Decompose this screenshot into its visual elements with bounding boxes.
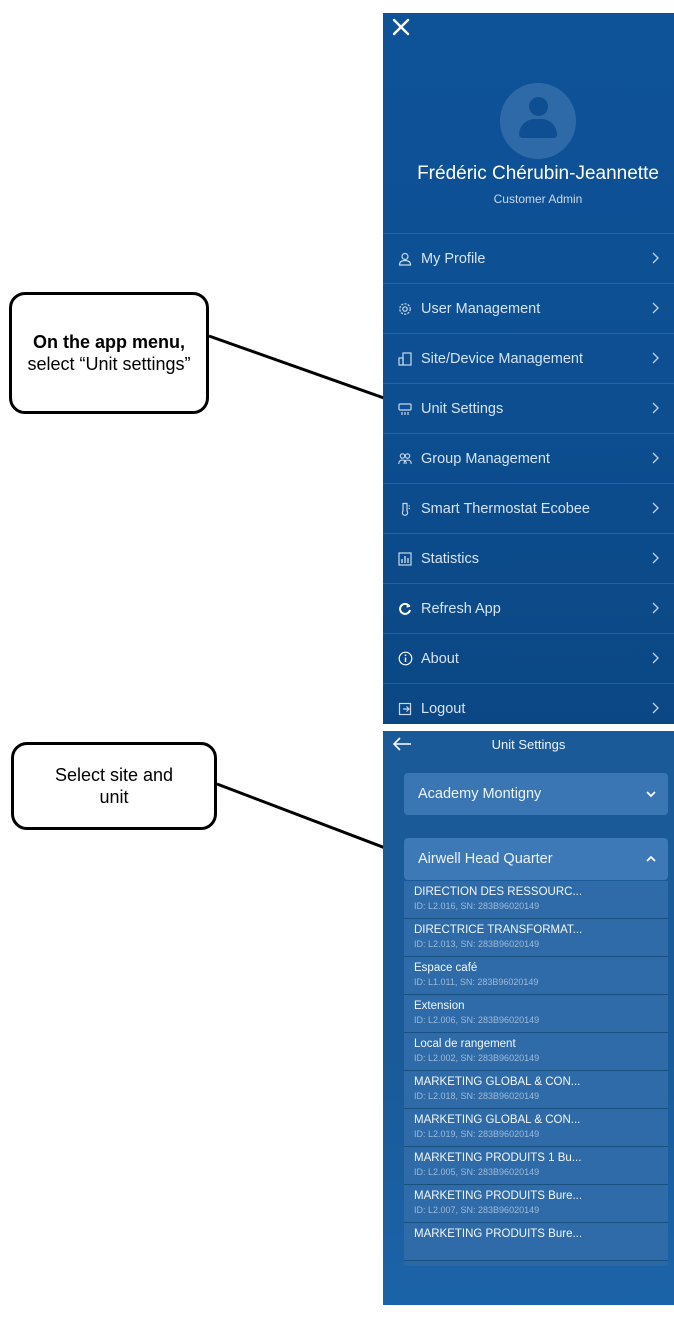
user-name: Frédéric Chérubin-Jeannette — [417, 163, 659, 184]
chart-icon — [397, 551, 413, 567]
unit-list-item[interactable]: MARKETING PRODUITS Bure... — [404, 1223, 668, 1261]
site-label: Academy Montigny — [418, 786, 542, 802]
building-icon — [397, 351, 413, 367]
chevron-right-icon — [652, 452, 659, 464]
menu-item-label: Refresh App — [421, 600, 501, 617]
chevron-down-icon — [646, 791, 656, 798]
page-title: Unit Settings — [491, 737, 566, 752]
unit-name: DIRECTRICE TRANSFORMAT... — [414, 924, 583, 936]
menu-item-label: My Profile — [421, 250, 486, 267]
close-icon[interactable] — [391, 17, 411, 37]
avatar — [500, 83, 576, 159]
callout-menu-bold: On the app menu, — [32, 332, 185, 352]
chevron-right-icon — [652, 302, 659, 314]
logout-icon — [397, 701, 413, 717]
unit-list: DIRECTION DES RESSOURC... ID: L2.016, SN… — [404, 881, 668, 1266]
menu-item-refresh-app[interactable]: Refresh App — [383, 583, 674, 633]
unit-list-item[interactable]: Extension ID: L2.006, SN: 283B96020149 — [404, 995, 668, 1033]
chevron-right-icon — [652, 702, 659, 714]
unit-name: MARKETING PRODUITS Bure... — [414, 1190, 583, 1202]
menu-item-label: Logout — [421, 700, 466, 717]
site-dropdown-academy-montigny[interactable]: Academy Montigny — [404, 773, 668, 815]
menu-item-label: Group Management — [421, 450, 550, 467]
callout-menu-text: select “Unit settings” — [27, 354, 191, 374]
unit-list-item[interactable]: DIRECTION DES RESSOURC... ID: L2.016, SN… — [404, 881, 668, 919]
user-role: Customer Admin — [493, 192, 583, 206]
menu-item-site-device-management[interactable]: Site/Device Management — [383, 333, 674, 383]
menu-item-statistics[interactable]: Statistics — [383, 533, 674, 583]
thermometer-icon — [397, 501, 413, 517]
menu-item-label: Site/Device Management — [421, 350, 583, 367]
unit-name: Espace café — [414, 962, 478, 974]
menu-item-unit-settings[interactable]: Unit Settings — [383, 383, 674, 433]
group-icon — [397, 451, 413, 467]
unit-meta: ID: L2.016, SN: 283B96020149 — [414, 901, 540, 911]
site-dropdown-airwell-head-quarter[interactable]: Airwell Head Quarter — [404, 838, 668, 880]
unit-meta: ID: L2.018, SN: 283B96020149 — [414, 1091, 540, 1101]
chevron-right-icon — [652, 352, 659, 364]
unit-name: MARKETING PRODUITS Bure... — [414, 1228, 583, 1240]
menu-item-label: Unit Settings — [421, 400, 504, 417]
unit-list-item[interactable]: Espace café ID: L1.011, SN: 283B96020149 — [404, 957, 668, 995]
unit-list-item[interactable]: MARKETING PRODUITS Bure... ID: L2.007, S… — [404, 1185, 668, 1223]
unit-meta: ID: L2.006, SN: 283B96020149 — [414, 1015, 540, 1025]
chevron-right-icon — [652, 552, 659, 564]
unit-meta: ID: L2.005, SN: 283B96020149 — [414, 1167, 540, 1177]
chevron-right-icon — [652, 602, 659, 614]
info-icon — [397, 651, 413, 667]
unit-list-item[interactable]: Local de rangement ID: L2.002, SN: 283B9… — [404, 1033, 668, 1071]
menu-item-label: About — [421, 650, 459, 667]
unit-name: MARKETING PRODUITS 1 Bu... — [414, 1152, 582, 1164]
unit-list-item[interactable]: MARKETING PRODUITS 1 Bu... ID: L2.005, S… — [404, 1147, 668, 1185]
unit-list-item[interactable]: MARKETING GLOBAL & CON... ID: L2.019, SN… — [404, 1109, 668, 1147]
chevron-right-icon — [652, 502, 659, 514]
refresh-icon — [397, 601, 413, 617]
callout-site-text: Select site and unit — [54, 765, 174, 807]
chevron-right-icon — [652, 402, 659, 414]
unit-name: MARKETING GLOBAL & CON... — [414, 1114, 581, 1126]
unit-meta: ID: L2.019, SN: 283B96020149 — [414, 1129, 540, 1139]
unit-meta: ID: L2.002, SN: 283B96020149 — [414, 1053, 540, 1063]
callout-site-instruction: Select site and unit — [11, 742, 217, 830]
unit-name: DIRECTION DES RESSOURC... — [414, 886, 583, 898]
chevron-up-icon — [646, 855, 656, 862]
unit-settings-screen: Unit Settings Academy Montigny Airwell H… — [383, 731, 674, 1305]
menu-item-about[interactable]: About — [383, 633, 674, 683]
unit-list-item[interactable]: MARKETING GLOBAL & CON... ID: L2.018, SN… — [404, 1071, 668, 1109]
menu-item-logout[interactable]: Logout — [383, 683, 674, 724]
connector-line-menu — [208, 334, 399, 405]
menu-item-label: Smart Thermostat Ecobee — [421, 500, 590, 517]
unit-name: MARKETING GLOBAL & CON... — [414, 1076, 581, 1088]
chevron-right-icon — [652, 652, 659, 664]
user-icon — [397, 251, 413, 267]
unit-meta: ID: L2.007, SN: 283B96020149 — [414, 1205, 540, 1215]
menu-item-label: Statistics — [421, 550, 480, 567]
unit-name: Local de rangement — [414, 1038, 516, 1050]
unit-list-item[interactable]: DIRECTRICE TRANSFORMAT... ID: L2.013, SN… — [404, 919, 668, 957]
app-menu-drawer: Frédéric Chérubin-Jeannette Customer Adm… — [383, 13, 674, 724]
unit-meta: ID: L2.013, SN: 283B96020149 — [414, 939, 540, 949]
gear-icon — [397, 301, 413, 317]
menu-item-group-management[interactable]: Group Management — [383, 433, 674, 483]
menu-list: My Profile User Management Site/Device M… — [383, 233, 674, 724]
unit-meta: ID: L1.011, SN: 283B96020149 — [414, 977, 539, 987]
connector-line-site — [216, 782, 410, 859]
air-conditioner-icon — [397, 401, 413, 417]
callout-menu-instruction: On the app menu, select “Unit settings” — [9, 292, 209, 414]
menu-item-label: User Management — [421, 300, 541, 317]
menu-item-smart-thermostat[interactable]: Smart Thermostat Ecobee — [383, 483, 674, 533]
chevron-right-icon — [652, 252, 659, 264]
unit-name: Extension — [414, 1000, 465, 1012]
menu-item-my-profile[interactable]: My Profile — [383, 233, 674, 283]
site-label: Airwell Head Quarter — [418, 851, 553, 867]
menu-item-user-management[interactable]: User Management — [383, 283, 674, 333]
top-bar: Unit Settings — [383, 731, 674, 761]
